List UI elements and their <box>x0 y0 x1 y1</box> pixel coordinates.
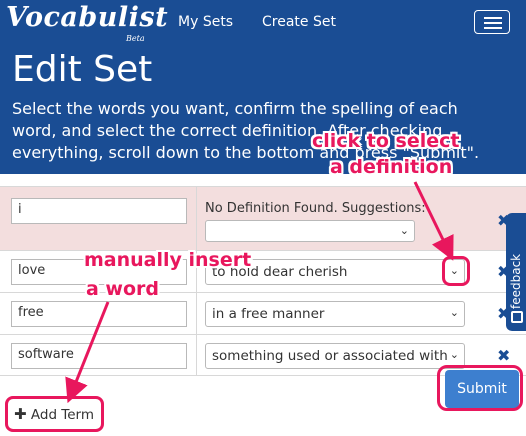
annotation-insert-word-2: a word <box>86 278 160 300</box>
arrow-to-add-term <box>65 301 110 404</box>
arrow-to-definition <box>413 181 454 261</box>
annotation-arrows <box>65 181 454 404</box>
annotation-select-definition-1: click to select <box>312 130 460 152</box>
annotation-select-definition-2: a definition <box>330 156 453 178</box>
annotation-insert-word-1: manually insert <box>84 249 252 271</box>
